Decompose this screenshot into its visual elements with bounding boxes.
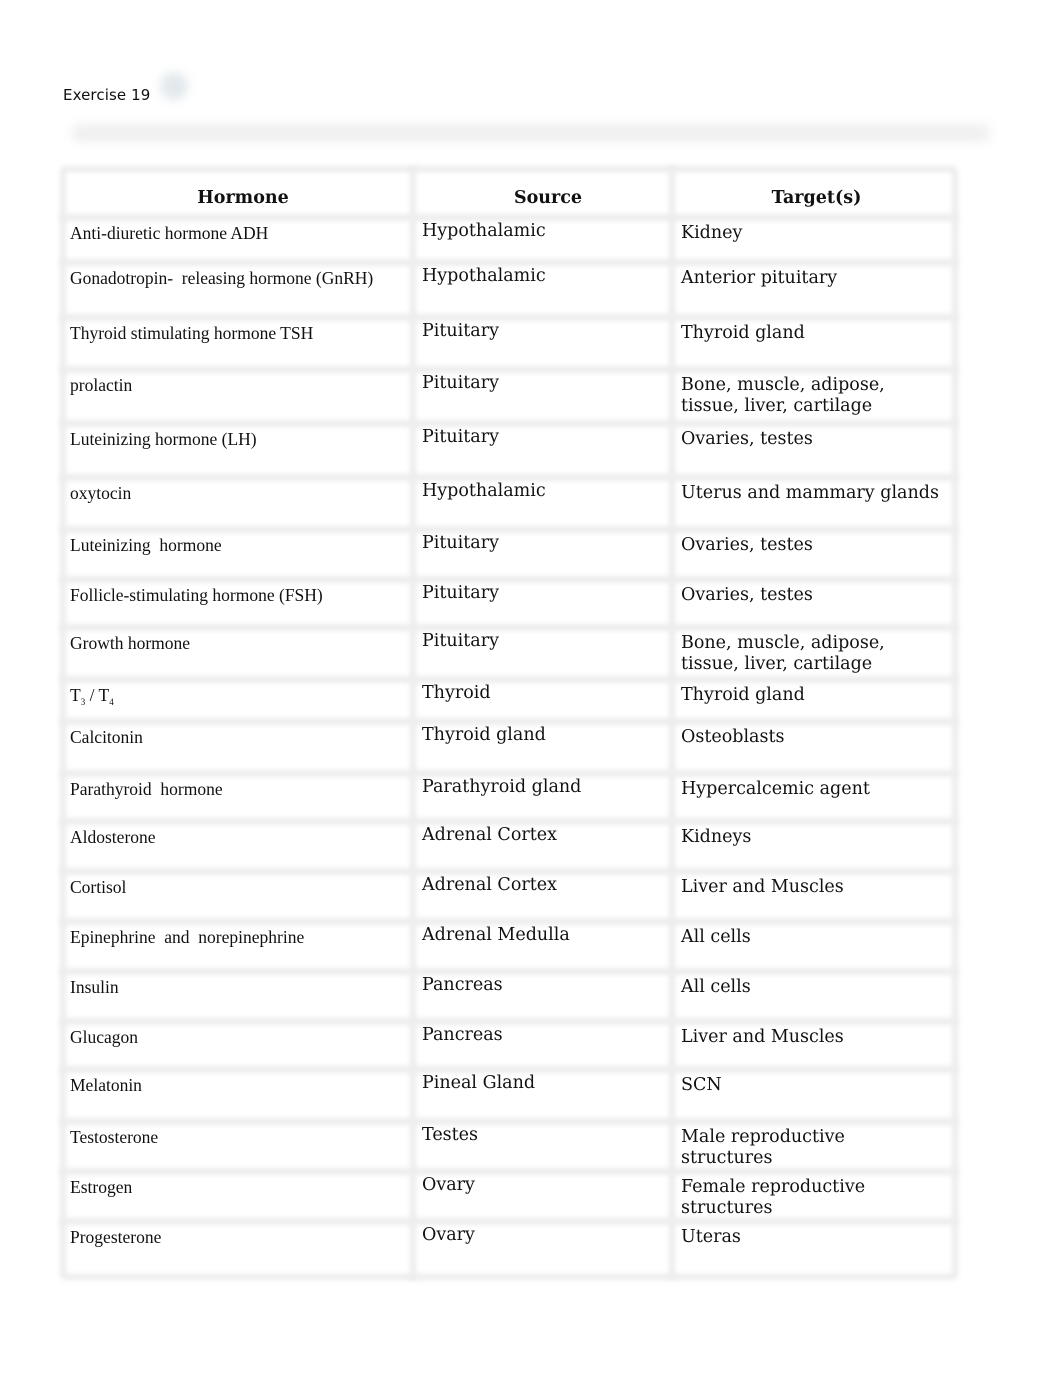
row-divider xyxy=(60,1218,958,1225)
target-cell: Bone, muscle, adipose, tissue, liver, ca… xyxy=(681,633,885,674)
target-cell: Kidneys xyxy=(681,827,752,847)
row-divider xyxy=(60,1168,958,1175)
hormone-cell: Anti-diuretic hormone ADH xyxy=(70,223,269,243)
row-divider xyxy=(60,718,958,725)
source-cell: Pituitary xyxy=(422,321,499,341)
target-cell: Ovaries, testes xyxy=(681,535,813,555)
hormone-cell: Insulin xyxy=(70,977,119,997)
target-cell: SCN xyxy=(681,1075,722,1095)
source-cell: Hypothalamic xyxy=(422,266,546,286)
target-cell: Male reproductive structures xyxy=(681,1127,845,1168)
row-divider xyxy=(60,968,958,975)
source-cell: Thyroid gland xyxy=(422,725,546,745)
hormone-cell: Growth hormone xyxy=(70,633,191,653)
hormone-cell: Melatonin xyxy=(70,1075,142,1095)
target-cell: Osteoblasts xyxy=(681,727,785,747)
row-divider xyxy=(60,259,958,266)
row-divider xyxy=(60,420,958,427)
source-cell: Pituitary xyxy=(422,373,499,393)
row-divider xyxy=(60,676,958,683)
source-cell: Ovary xyxy=(422,1225,475,1245)
hormone-cell: Glucagon xyxy=(70,1027,139,1047)
target-cell: Thyroid gland xyxy=(681,685,805,705)
source-cell: Pituitary xyxy=(422,427,499,447)
source-cell: Pituitary xyxy=(422,583,499,603)
hormone-cell: Luteinizing hormone (LH) xyxy=(70,429,257,449)
source-cell: Hypothalamic xyxy=(422,221,546,241)
source-cell: Adrenal Cortex xyxy=(422,875,557,895)
target-cell: Bone, muscle, adipose, tissue, liver, ca… xyxy=(681,375,885,416)
hormone-text: / T xyxy=(85,685,110,705)
hormone-table: Hormone Source Target(s) Anti-diuretic h… xyxy=(60,166,958,1280)
target-cell: Ovaries, testes xyxy=(681,585,813,605)
target-cell: All cells xyxy=(681,927,751,947)
row-divider xyxy=(60,214,958,221)
header-hormone: Hormone xyxy=(197,188,289,208)
row-divider xyxy=(60,1018,958,1025)
hormone-cell: Parathyroid hormone xyxy=(70,779,223,799)
header-target: Target(s) xyxy=(771,188,862,208)
hormone-cell: T3 / T4 xyxy=(70,685,410,713)
hormone-cell: prolactin xyxy=(70,375,133,395)
row-divider xyxy=(60,624,958,631)
target-cell: Hypercalcemic agent xyxy=(681,779,870,799)
hormone-cell: Calcitonin xyxy=(70,727,143,747)
row-divider xyxy=(60,366,958,373)
row-divider xyxy=(60,818,958,825)
target-cell: Uterus and mammary glands xyxy=(681,483,939,503)
hormone-cell: Estrogen xyxy=(70,1177,133,1197)
subscript: 4 xyxy=(109,697,114,707)
hormone-text: T xyxy=(70,685,81,705)
target-cell: Liver and Muscles xyxy=(681,1027,844,1047)
column-divider xyxy=(410,166,416,1280)
hormone-cell: Gonadotropin- releasing hormone (GnRH) xyxy=(70,268,374,288)
source-cell: Pancreas xyxy=(422,975,503,995)
target-cell: Uteras xyxy=(681,1227,741,1247)
header-source: Source xyxy=(513,188,583,208)
target-cell: Kidney xyxy=(681,223,743,243)
hormone-cell: Cortisol xyxy=(70,877,127,897)
source-cell: Testes xyxy=(422,1125,479,1145)
hormone-cell: Aldosterone xyxy=(70,827,156,847)
source-cell: Hypothalamic xyxy=(422,481,546,501)
row-divider xyxy=(60,526,958,533)
blurred-text-line xyxy=(72,124,990,142)
source-cell: Parathyroid gland xyxy=(422,777,582,797)
row-divider xyxy=(60,868,958,875)
row-divider xyxy=(60,576,958,583)
source-cell: Adrenal Medulla xyxy=(422,925,570,945)
hormone-cell: oxytocin xyxy=(70,483,132,503)
source-cell: Pineal Gland xyxy=(422,1073,536,1093)
hormone-cell: Luteinizing hormone xyxy=(70,535,222,555)
row-divider xyxy=(60,314,958,321)
source-cell: Ovary xyxy=(422,1175,475,1195)
column-divider xyxy=(669,166,675,1280)
blurred-icon xyxy=(160,72,188,100)
target-cell: Ovaries, testes xyxy=(681,429,813,449)
exercise-title: Exercise 19 xyxy=(63,86,151,104)
row-divider xyxy=(60,474,958,481)
target-cell: Female reproductive structures xyxy=(681,1177,866,1218)
hormone-cell: Progesterone xyxy=(70,1227,162,1247)
hormone-cell: Thyroid stimulating hormone TSH xyxy=(70,323,314,343)
source-cell: Pancreas xyxy=(422,1025,503,1045)
source-cell: Adrenal Cortex xyxy=(422,825,557,845)
hormone-cell: Epinephrine and norepinephrine xyxy=(70,927,305,947)
target-cell: All cells xyxy=(681,977,751,997)
target-cell: Liver and Muscles xyxy=(681,877,844,897)
hormone-cell: Follicle-stimulating hormone (FSH) xyxy=(70,585,323,605)
row-divider xyxy=(60,918,958,925)
source-cell: Thyroid xyxy=(422,683,491,703)
row-divider xyxy=(60,1118,958,1125)
row-divider xyxy=(60,770,958,777)
row-divider xyxy=(60,1066,958,1073)
target-cell: Thyroid gland xyxy=(681,323,805,343)
target-cell: Anterior pituitary xyxy=(681,268,838,288)
hormone-cell: Testosterone xyxy=(70,1127,159,1147)
source-cell: Pituitary xyxy=(422,533,499,553)
source-cell: Pituitary xyxy=(422,631,499,651)
